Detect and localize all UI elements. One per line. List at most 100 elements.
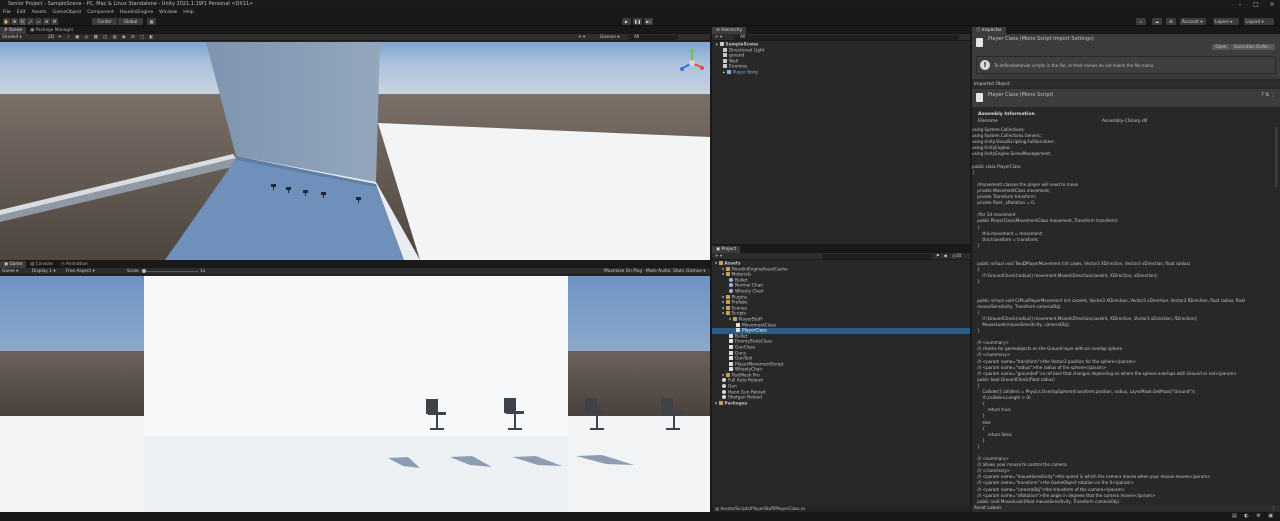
mono-script-icon [976, 93, 983, 102]
pivot-center-button[interactable]: Center [92, 18, 117, 25]
maximize-on-play-toggle[interactable]: Maximize On Play [604, 268, 642, 275]
execution-order-button[interactable]: Execution Order... [1231, 44, 1275, 50]
script-icon [729, 356, 733, 361]
2d-toggle[interactable]: 2D [48, 34, 54, 41]
tab-game[interactable]: ▣ Game [0, 261, 27, 268]
collab-icon[interactable]: ☁ [1152, 18, 1162, 25]
project-search-input[interactable] [822, 254, 932, 259]
stats-toggle[interactable]: Stats [673, 268, 684, 275]
aspect-dropdown[interactable]: Free Aspect ▾ [66, 268, 95, 275]
scene-panel: # Scene ▣ Package Manager Shaded ▾ 2D ✦ … [0, 27, 710, 260]
cloud-icon[interactable]: ⚙ [1166, 18, 1176, 25]
open-button[interactable]: Open [1212, 44, 1230, 50]
scene-tabstrip: # Scene ▣ Package Manager [0, 27, 710, 34]
scale-tool-button[interactable]: ⤢ [27, 18, 34, 25]
inspector-tab-label: Inspector [981, 28, 1002, 33]
audio-icon [722, 384, 726, 389]
exec-label: Execution Order... [1234, 44, 1272, 49]
hidden-count: 10 [955, 254, 962, 259]
tab-scene[interactable]: # Scene [0, 27, 27, 34]
menu-item-gameobject[interactable]: GameObject [53, 9, 82, 17]
scene-view-toggles[interactable]: ✦ ♪ ▣ ◎ ▦ ◫ ▥ ◉ ⊟ ▢ ◧ [58, 34, 155, 41]
asset-labels-options-icon[interactable]: ⋮ [1272, 505, 1276, 512]
scale-slider-handle[interactable] [142, 269, 146, 273]
tab-console[interactable]: ▤ Console [26, 261, 57, 268]
aspect-label: Free Aspect [66, 269, 92, 274]
script-file-icon: ▤ [715, 506, 719, 511]
hierarchy-item[interactable]: ▸ Player Body [712, 69, 970, 76]
project-add-button[interactable]: + ▾ [715, 253, 722, 260]
tools-icon[interactable]: ✕ ▾ [578, 34, 585, 41]
play-button[interactable]: ▶ [622, 18, 631, 25]
pivot-global-button[interactable]: Global [118, 18, 143, 25]
account-dropdown[interactable]: Account ▾ [1180, 18, 1206, 25]
tab-hierarchy[interactable]: ☰ Hierarchy [712, 27, 746, 34]
center-label: Center [97, 19, 112, 24]
mute-audio-toggle[interactable]: Mute Audio [646, 268, 670, 275]
display-label: Display 1 [32, 269, 52, 274]
minimize-button[interactable]: – [1232, 0, 1248, 9]
script-icon [729, 361, 733, 366]
tab-animation[interactable]: ◷ Animation [57, 261, 92, 268]
hierarchy-item-label: Player Body [732, 70, 759, 76]
filter-icon[interactable]: ⚑ [936, 253, 940, 260]
game-viewport[interactable] [0, 276, 710, 512]
tab-project[interactable]: ▣ Project [712, 246, 741, 253]
step-button[interactable]: ▶| [644, 18, 653, 25]
snap-button[interactable]: ▦ [147, 18, 156, 25]
menu-item-houdiniengine[interactable]: HoudiniEngine [120, 9, 153, 17]
project-item[interactable]: ▾ Packages [712, 400, 970, 407]
menu-item-file[interactable]: File [3, 9, 11, 17]
material-icon [729, 277, 733, 282]
script-icon [729, 333, 733, 338]
menu-item-assets[interactable]: Assets [32, 9, 47, 17]
scene-search-input[interactable]: All [628, 35, 678, 40]
scene-viewport[interactable] [0, 42, 710, 260]
rect-tool-button[interactable]: ▭ [35, 18, 42, 25]
script-source: using System.Collections; using System.C… [972, 127, 1246, 504]
object-options-icon[interactable]: ? ⇅ ⋮ [1261, 92, 1276, 98]
add-object-button[interactable]: + ▾ [715, 34, 722, 41]
shading-dropdown[interactable]: Shaded ▾ [2, 34, 22, 41]
project-panel: ▣ Project + ▾ ⚑ ◆ ◎10 ▾ Assets ▾ HoudiniE… [712, 246, 970, 512]
menu-item-help[interactable]: Help [183, 9, 193, 17]
mute-label: Mute Audio [646, 269, 671, 274]
folder-icon [725, 305, 730, 310]
scale-slider[interactable] [142, 271, 198, 272]
console-tab-label: Console [35, 262, 53, 267]
close-button[interactable]: × [1264, 0, 1280, 9]
inspector-scrollbar[interactable] [1275, 127, 1278, 187]
script-icon [729, 339, 733, 344]
project-path-bar: ▤ Assets/Scripts/PlayerStuff/PlayerClass… [712, 505, 970, 512]
hidden-count-icon[interactable]: ◎10 [952, 253, 961, 260]
window-title: Senior Project - SampleScene - PC, Mac &… [8, 1, 254, 7]
status-icons[interactable]: ▤ ◐ ⚙ ▣ [1232, 513, 1276, 519]
label-icon[interactable]: ◆ [944, 253, 947, 260]
menu-item-edit[interactable]: Edit [17, 9, 26, 17]
asset-labels-bar: Asset Labels ⋮ [972, 505, 1280, 512]
hierarchy-search-input[interactable]: All [734, 35, 959, 40]
layers-dropdown[interactable]: Layers ▾ [1213, 18, 1239, 25]
game-gizmos-dropdown[interactable]: Gizmos ▾ [686, 268, 705, 275]
menu-item-window[interactable]: Window [159, 9, 177, 17]
scene-gizmos-dropdown[interactable]: Gizmos ▾ [600, 34, 619, 41]
display-dropdown[interactable]: Display 1 ▾ [32, 268, 55, 275]
rotate-tool-button[interactable]: ↻ [19, 18, 26, 25]
folder-icon [718, 400, 723, 405]
layout-dropdown[interactable]: Layout ▾ [1244, 18, 1274, 25]
transform-tool-button[interactable]: ⊕ [43, 18, 50, 25]
search-icon[interactable]: ⌕ [1136, 18, 1146, 25]
hand-tool-button[interactable]: ✋ [3, 18, 10, 25]
move-tool-button[interactable]: ✥ [11, 18, 18, 25]
pause-button[interactable]: ❚❚ [633, 18, 642, 25]
scene-tab-label: Scene [8, 28, 23, 33]
maximize-button[interactable]: □ [1248, 0, 1264, 9]
tab-inspector[interactable]: ⓘ Inspector [972, 27, 1006, 34]
audio-icon [722, 389, 726, 394]
menu-item-component[interactable]: Component [87, 9, 114, 17]
custom-tool-button[interactable]: ⚒ [51, 18, 58, 25]
inspector-tabstrip: ⓘ Inspector [972, 27, 1280, 34]
tab-package-manager[interactable]: ▣ Package Manager [26, 27, 77, 34]
material-icon [729, 288, 733, 293]
game-mode-dropdown[interactable]: Game ▾ [2, 268, 18, 275]
